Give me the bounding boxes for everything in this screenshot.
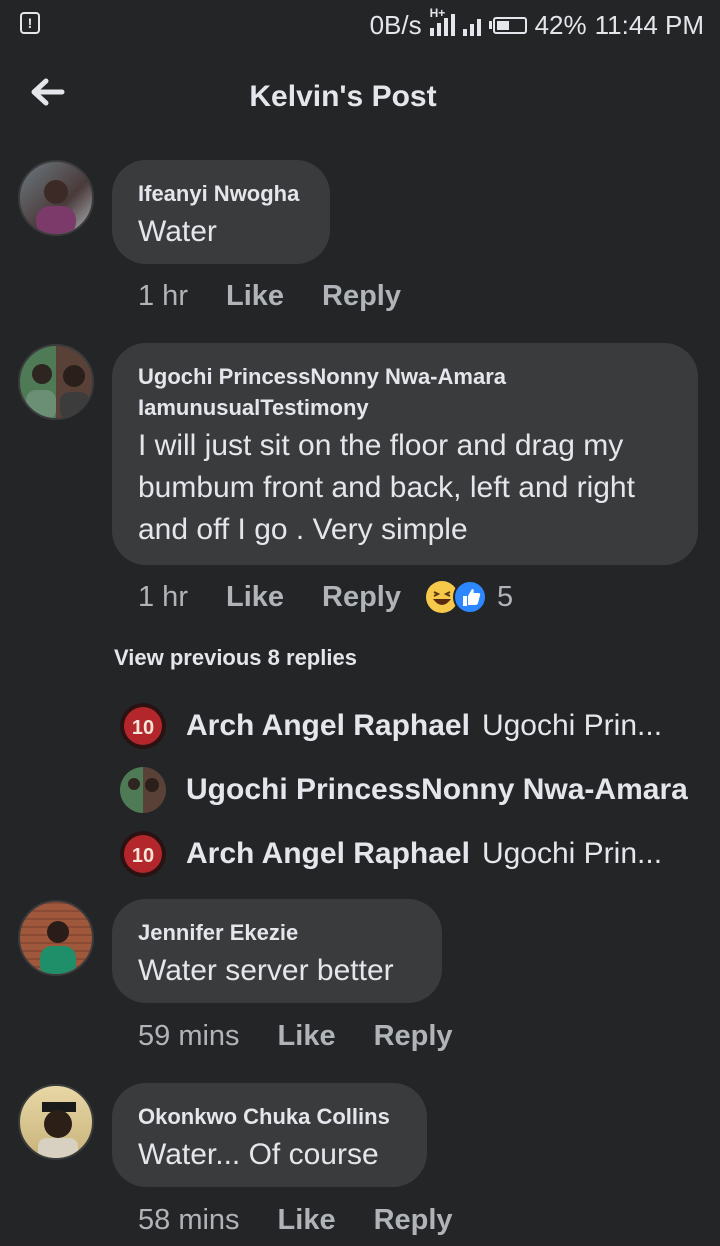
page-title: Kelvin's Post [249, 80, 437, 113]
battery-icon [488, 16, 527, 34]
avatar: 10 [120, 703, 166, 749]
like-button[interactable]: Like [226, 581, 284, 614]
comment-actions: 1 hr Like Reply [138, 280, 439, 313]
reply-preview[interactable]: 10 Arch Angel Raphael Ugochi Prin... [120, 829, 720, 879]
comment-text: Water [138, 215, 217, 248]
like-emoji-icon [453, 580, 487, 614]
signal-icon [462, 14, 481, 36]
mobile-signal-icon: H+ [429, 6, 455, 36]
svg-text:10: 10 [132, 717, 154, 739]
comment-text: I will just sit on the floor and drag my… [138, 429, 635, 546]
avatar: 10 [120, 831, 166, 877]
reply-author: Arch Angel Raphael [186, 709, 470, 742]
like-button[interactable]: Like [226, 280, 284, 313]
comment-actions: 58 mins Like Reply [138, 1204, 491, 1237]
avatar[interactable] [18, 900, 94, 976]
like-button[interactable]: Like [278, 1204, 336, 1237]
reactions[interactable]: 5 [425, 580, 513, 614]
avatar [120, 767, 166, 813]
comment-actions: 59 mins Like Reply [138, 1020, 491, 1053]
comment-author[interactable]: Jennifer Ekezie [138, 917, 416, 948]
view-previous-replies-link[interactable]: View previous 8 replies [114, 645, 357, 671]
reply-author: Arch Angel Raphael [186, 837, 470, 870]
network-type: H+ [429, 6, 446, 20]
comment-time: 1 hr [138, 580, 188, 613]
status-bar: ! 0B/s H+ 42% 11:44 PM [0, 0, 720, 50]
reaction-count: 5 [497, 580, 514, 613]
comment-author[interactable]: Okonkwo Chuka Collins [138, 1101, 401, 1132]
clock: 11:44 PM [594, 9, 704, 40]
comment-time: 59 mins [138, 1020, 240, 1052]
comment-text: Water server better [138, 954, 394, 987]
comment-time: 58 mins [138, 1204, 240, 1236]
comment-bubble[interactable]: Jennifer Ekezie Water server better [112, 899, 442, 1003]
comment-author[interactable]: Ifeanyi Nwogha [138, 178, 304, 209]
alert-icon: ! [20, 12, 40, 34]
avatar[interactable] [18, 160, 94, 236]
comment-text: Water... Of course [138, 1138, 379, 1171]
svg-text:10: 10 [132, 845, 154, 867]
comment-actions: 1 hr Like Reply 5 [138, 580, 513, 614]
reply-button[interactable]: Reply [374, 1204, 453, 1237]
reply-text-preview: Ugochi Prin... [481, 837, 663, 870]
comment-author[interactable]: Ugochi PrincessNonny Nwa-Amara Iamunusua… [138, 361, 578, 423]
reply-text-preview: Ugochi Prin... [481, 709, 663, 742]
reply-button[interactable]: Reply [322, 581, 401, 614]
reply-author: Ugochi PrincessNonny Nwa-Amara [186, 773, 688, 806]
comment-bubble[interactable]: Okonkwo Chuka Collins Water... Of course [112, 1083, 427, 1187]
reply-preview[interactable]: Ugochi PrincessNonny Nwa-Amara [120, 765, 720, 815]
avatar[interactable] [18, 344, 94, 420]
comment-bubble[interactable]: Ifeanyi Nwogha Water [112, 160, 330, 264]
reply-button[interactable]: Reply [322, 280, 401, 313]
battery-percent: 42% [534, 9, 587, 40]
like-button[interactable]: Like [278, 1020, 336, 1053]
avatar[interactable] [18, 1084, 94, 1160]
network-speed: 0B/s [369, 9, 422, 40]
comment-bubble[interactable]: Ugochi PrincessNonny Nwa-Amara Iamunusua… [112, 343, 698, 565]
reply-button[interactable]: Reply [374, 1020, 453, 1053]
status-right: 0B/s H+ 42% 11:44 PM [369, 6, 704, 41]
header: Kelvin's Post [0, 60, 720, 132]
reply-preview[interactable]: 10 Arch Angel Raphael Ugochi Prin... [120, 701, 720, 751]
comment-time: 1 hr [138, 280, 188, 312]
